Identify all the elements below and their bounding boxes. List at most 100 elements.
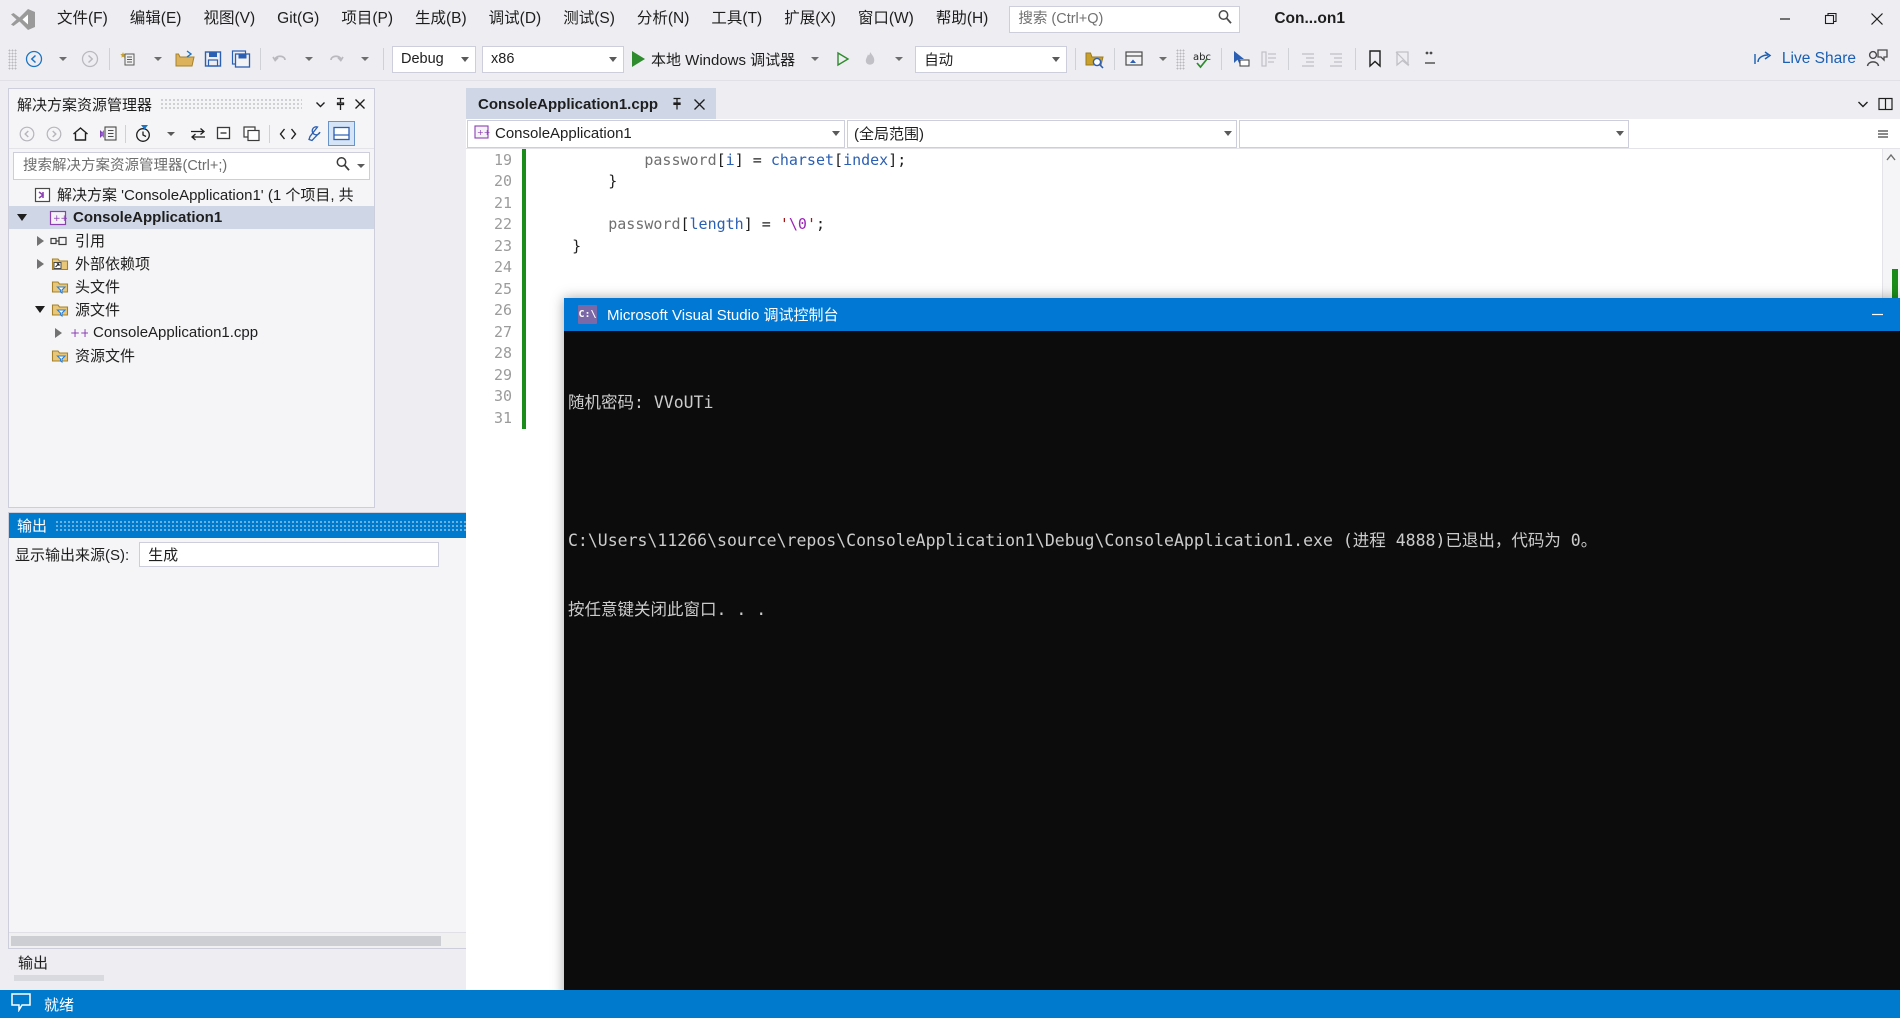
scrollbar-thumb[interactable] — [11, 935, 441, 946]
code-line[interactable]: 21 — [466, 192, 1900, 214]
solution-explorer-search[interactable] — [13, 152, 370, 180]
next-bookmark-icon[interactable] — [1417, 44, 1445, 74]
menu-tools[interactable]: 工具(T) — [700, 5, 773, 33]
solution-explorer-icon[interactable] — [1120, 44, 1148, 74]
tree-item-project[interactable]: ++ ConsoleApplication1 — [9, 206, 374, 229]
twisty-expanded-icon[interactable] — [31, 306, 49, 313]
close-icon[interactable] — [688, 92, 710, 116]
navigate-backward-dropdown[interactable] — [48, 44, 76, 74]
menu-project[interactable]: 项目(P) — [330, 5, 404, 33]
se-pending-changes-dropdown[interactable] — [157, 121, 184, 146]
toolbar-grip[interactable] — [8, 48, 17, 70]
menu-window[interactable]: 窗口(W) — [847, 5, 925, 33]
menu-extensions[interactable]: 扩展(X) — [773, 5, 847, 33]
se-pending-changes-icon[interactable] — [130, 121, 157, 146]
restore-button[interactable] — [1808, 0, 1854, 38]
code-line[interactable]: 22 password[length] = '\0'; — [466, 213, 1900, 235]
menu-git[interactable]: Git(G) — [266, 5, 330, 33]
close-button[interactable] — [1854, 0, 1900, 38]
twisty-collapsed-icon[interactable] — [31, 258, 49, 269]
document-tab-consoleapplication1-cpp[interactable]: ConsoleApplication1.cpp — [466, 88, 717, 119]
open-file-icon[interactable] — [171, 44, 199, 74]
hot-reload-icon[interactable] — [856, 44, 884, 74]
tree-item-solution[interactable]: 解决方案 'ConsoleApplication1' (1 个项目, 共 — [9, 183, 374, 206]
save-icon[interactable] — [199, 44, 227, 74]
tree-item-cpp-file[interactable]: ++ ConsoleApplication1.cpp — [9, 321, 374, 344]
navigate-backward-button[interactable] — [20, 44, 48, 74]
menu-view[interactable]: 视图(V) — [192, 5, 266, 33]
toolbar-grip[interactable] — [1176, 48, 1186, 70]
tree-item-resource-files[interactable]: 资源文件 — [9, 344, 374, 367]
decrease-indent-icon[interactable] — [1294, 44, 1322, 74]
clear-bookmarks-icon[interactable] — [1389, 44, 1417, 74]
split-view-icon[interactable] — [1874, 92, 1896, 116]
nav-project-combo[interactable]: ++ ConsoleApplication1 — [467, 119, 845, 148]
se-switch-views-icon[interactable] — [94, 121, 121, 146]
se-show-all-files-icon[interactable] — [238, 121, 265, 146]
twisty-collapsed-icon[interactable] — [31, 235, 49, 246]
panel-menu-chevron-icon[interactable] — [310, 93, 330, 115]
menu-analyze[interactable]: 分析(N) — [626, 5, 701, 33]
debug-console-window[interactable]: C:\ Microsoft Visual Studio 调试控制台 随机密码: … — [564, 298, 1900, 1018]
menu-build[interactable]: 生成(B) — [404, 5, 478, 33]
se-collapse-all-icon[interactable] — [211, 121, 238, 146]
spell-check-icon[interactable]: abc — [1188, 44, 1216, 74]
start-without-debugging-icon[interactable] — [828, 44, 856, 74]
minimize-button[interactable] — [1762, 0, 1808, 38]
output-source-combo[interactable]: 生成 — [139, 541, 440, 567]
se-view-code-icon[interactable] — [274, 121, 301, 146]
nav-scope-combo[interactable]: (全局范围) — [847, 119, 1237, 148]
hot-reload-dropdown[interactable] — [884, 44, 912, 74]
search-options-chevron-icon[interactable] — [357, 164, 365, 168]
toggle-bookmark-icon[interactable] — [1361, 44, 1389, 74]
code-line[interactable]: 24 — [466, 256, 1900, 278]
find-in-files-icon[interactable] — [1081, 44, 1109, 74]
se-sync-with-active-document-icon[interactable] — [184, 121, 211, 146]
save-all-icon[interactable] — [227, 44, 255, 74]
redo-icon[interactable] — [322, 44, 350, 74]
tree-item-external-dependencies[interactable]: 外部依赖项 — [9, 252, 374, 275]
pin-icon[interactable] — [666, 92, 688, 116]
menu-file[interactable]: 文件(F) — [46, 5, 119, 33]
new-project-dropdown[interactable] — [143, 44, 171, 74]
undo-dropdown[interactable] — [294, 44, 322, 74]
panel-drag-handle[interactable] — [160, 98, 302, 110]
output-tab[interactable]: 输出 — [8, 949, 58, 975]
code-line[interactable]: 20 } — [466, 170, 1900, 192]
code-line[interactable]: 23 } — [466, 235, 1900, 257]
global-search-box[interactable] — [1009, 5, 1241, 33]
se-forward-icon[interactable] — [40, 121, 67, 146]
new-project-icon[interactable] — [115, 44, 143, 74]
solution-configuration-combo[interactable]: Debug — [392, 45, 476, 73]
console-output[interactable]: 随机密码: VVoUTi C:\Users\11266\source\repos… — [564, 331, 1900, 1018]
account-manager-icon[interactable] — [1862, 44, 1892, 74]
menu-help[interactable]: 帮助(H) — [925, 5, 1000, 33]
se-properties-icon[interactable] — [301, 121, 328, 146]
tree-item-references[interactable]: 引用 — [9, 229, 374, 252]
scroll-up-icon[interactable] — [1884, 151, 1898, 165]
editor-options-icon[interactable] — [1872, 122, 1894, 146]
start-debugging-dropdown[interactable] — [800, 44, 828, 74]
solution-platform-combo[interactable]: x86 — [482, 45, 624, 73]
se-back-icon[interactable] — [13, 121, 40, 146]
se-preview-selected-items-icon[interactable] — [328, 121, 355, 146]
code-line[interactable]: 19 password[i] = charset[index]; — [466, 149, 1900, 171]
comment-selection-icon[interactable] — [1255, 44, 1283, 74]
live-share-button[interactable]: Live Share — [1747, 44, 1862, 74]
menu-test[interactable]: 测试(S) — [552, 5, 626, 33]
start-debugging-button[interactable]: 本地 Windows 调试器 — [627, 44, 800, 74]
twisty-collapsed-icon[interactable] — [49, 327, 67, 338]
tab-list-chevron-icon[interactable] — [1852, 92, 1874, 116]
solution-explorer-dropdown[interactable] — [1148, 44, 1176, 74]
tree-item-source-files[interactable]: 源文件 — [9, 298, 374, 321]
code-line[interactable]: 25 — [466, 278, 1900, 300]
twisty-expanded-icon[interactable] — [13, 214, 31, 221]
menu-debug[interactable]: 调试(D) — [478, 5, 553, 33]
solution-search-input[interactable] — [21, 157, 335, 175]
debug-target-combo[interactable]: 自动 — [915, 45, 1068, 73]
tree-item-header-files[interactable]: 头文件 — [9, 275, 374, 298]
redo-dropdown[interactable] — [350, 44, 378, 74]
pointer-select-icon[interactable] — [1227, 44, 1255, 74]
undo-icon[interactable] — [266, 44, 294, 74]
nav-member-combo[interactable] — [1239, 119, 1629, 148]
